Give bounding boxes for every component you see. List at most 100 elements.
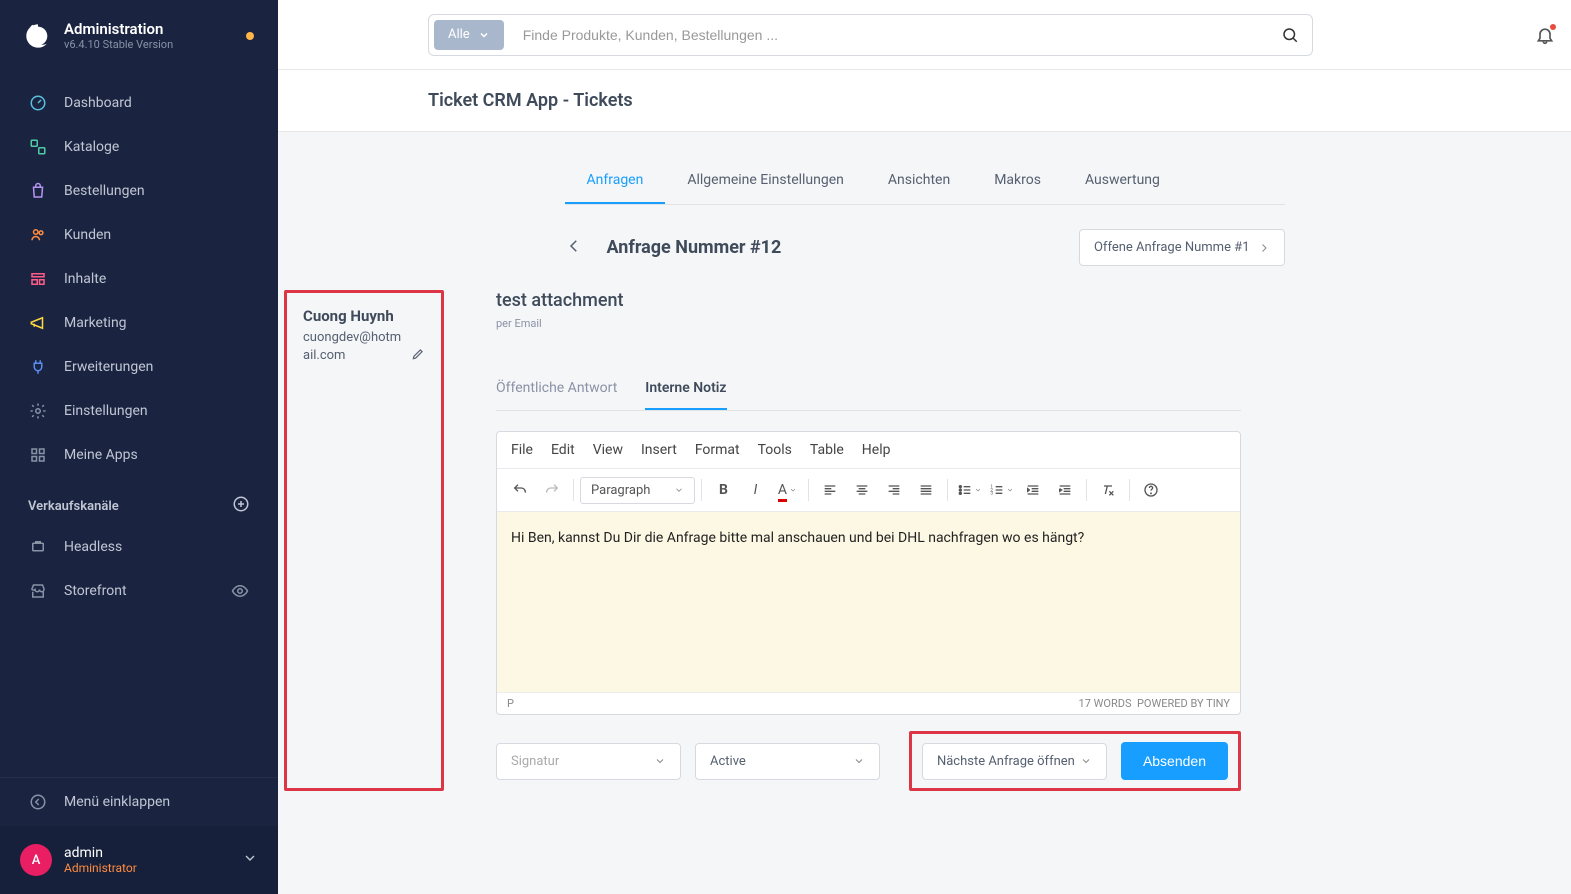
submit-button[interactable]: Absenden xyxy=(1121,742,1228,780)
align-left-button[interactable] xyxy=(815,475,845,505)
clear-formatting-button[interactable] xyxy=(1093,475,1123,505)
search-input[interactable] xyxy=(509,15,1268,55)
user-role: Administrator xyxy=(64,861,230,875)
svg-text:3: 3 xyxy=(990,491,993,497)
grid-icon xyxy=(28,445,48,465)
editor-statusbar: P 17 WORDS POWERED BY TINY xyxy=(497,692,1240,714)
undo-button[interactable] xyxy=(505,475,535,505)
word-count: 17 WORDS xyxy=(1079,697,1132,710)
app-logo xyxy=(24,22,52,50)
search-filter-dropdown[interactable]: Alle xyxy=(434,20,504,50)
nav-content[interactable]: Inhalte xyxy=(0,257,278,301)
channel-storefront[interactable]: Storefront xyxy=(0,569,278,613)
edit-customer-button[interactable] xyxy=(411,347,425,365)
next-label: Offene Anfrage Numme #1 xyxy=(1094,240,1250,255)
outdent-button[interactable] xyxy=(1018,475,1048,505)
nav-label: Inhalte xyxy=(64,271,106,287)
align-center-button[interactable] xyxy=(847,475,877,505)
next-open-request-button[interactable]: Offene Anfrage Numme #1 xyxy=(1079,229,1285,266)
chevron-down-icon xyxy=(1080,755,1092,767)
module-tabs: Anfragen Allgemeine Einstellungen Ansich… xyxy=(565,162,1285,205)
users-icon xyxy=(28,225,48,245)
nav-customers[interactable]: Kunden xyxy=(0,213,278,257)
topbar: Alle xyxy=(278,0,1571,70)
sales-channels-section: Verkaufskanäle xyxy=(0,477,278,525)
tab-macros[interactable]: Makros xyxy=(972,162,1063,204)
catalog-icon xyxy=(28,137,48,157)
reply-tab-internal[interactable]: Interne Notiz xyxy=(645,370,726,410)
nav-label: Kataloge xyxy=(64,139,119,155)
tab-general-settings[interactable]: Allgemeine Einstellungen xyxy=(665,162,866,204)
nav-label: Dashboard xyxy=(64,95,132,111)
page-title: Anfrage Nummer #12 xyxy=(607,237,782,258)
app-title: Administration xyxy=(64,20,234,38)
next-action-select[interactable]: Nächste Anfrage öffnen xyxy=(922,743,1107,780)
collapse-menu-button[interactable]: Menü einklappen xyxy=(0,777,278,826)
tab-reports[interactable]: Auswertung xyxy=(1063,162,1182,204)
align-right-button[interactable] xyxy=(879,475,909,505)
reply-tab-public[interactable]: Öffentliche Antwort xyxy=(496,370,617,410)
search-button[interactable] xyxy=(1268,15,1312,55)
content-icon xyxy=(28,269,48,289)
global-search: Alle xyxy=(428,14,1313,56)
nav-dashboard[interactable]: Dashboard xyxy=(0,81,278,125)
user-menu[interactable]: A admin Administrator xyxy=(0,826,278,894)
next-action-label: Nächste Anfrage öffnen xyxy=(937,754,1075,769)
submit-group: Nächste Anfrage öffnen Absenden xyxy=(909,731,1241,791)
editor-textarea[interactable]: Hi Ben, kannst Du Dir die Anfrage bitte … xyxy=(497,512,1240,692)
signature-select[interactable]: Signatur xyxy=(496,743,681,780)
channel-label: Storefront xyxy=(64,583,127,599)
ticket-subject: test attachment xyxy=(496,290,1241,311)
notifications-button[interactable] xyxy=(1523,13,1567,57)
nav-marketing[interactable]: Marketing xyxy=(0,301,278,345)
bullet-list-button[interactable] xyxy=(954,475,984,505)
numbered-list-button[interactable]: 123 xyxy=(986,475,1016,505)
menu-format[interactable]: Format xyxy=(695,442,740,458)
menu-edit[interactable]: Edit xyxy=(551,442,575,458)
content: Anfragen Allgemeine Einstellungen Ansich… xyxy=(278,132,1571,894)
chevron-down-icon xyxy=(1006,482,1014,498)
italic-button[interactable]: I xyxy=(740,475,770,505)
help-button[interactable] xyxy=(1136,475,1166,505)
align-justify-button[interactable] xyxy=(911,475,941,505)
notification-dot xyxy=(1550,24,1556,30)
gauge-icon xyxy=(28,93,48,113)
status-select[interactable]: Active xyxy=(695,743,880,780)
eye-icon[interactable] xyxy=(230,581,250,601)
text-color-button[interactable]: A xyxy=(772,475,802,505)
ticket-main: test attachment per Email Öffentliche An… xyxy=(496,290,1241,791)
sidebar: Administration v6.4.10 Stable Version Da… xyxy=(0,0,278,894)
chevron-down-icon xyxy=(242,850,258,870)
indent-button[interactable] xyxy=(1050,475,1080,505)
back-button[interactable] xyxy=(565,237,583,259)
menu-insert[interactable]: Insert xyxy=(641,442,677,458)
menu-tools[interactable]: Tools xyxy=(758,442,792,458)
nav-label: Marketing xyxy=(64,315,127,331)
menu-help[interactable]: Help xyxy=(862,442,891,458)
signature-label: Signatur xyxy=(511,754,559,769)
sidebar-header: Administration v6.4.10 Stable Version xyxy=(0,0,278,71)
page-header: Anfrage Nummer #12 Offene Anfrage Numme … xyxy=(445,229,1405,266)
channel-headless[interactable]: Headless xyxy=(0,525,278,569)
bold-button[interactable]: B xyxy=(708,475,738,505)
nav-label: Meine Apps xyxy=(64,447,138,463)
app-version: v6.4.10 Stable Version xyxy=(64,38,234,51)
sidebar-nav: Dashboard Kataloge Bestellungen Kunden I… xyxy=(0,71,278,777)
block-format-select[interactable]: Paragraph xyxy=(580,477,695,504)
nav-label: Bestellungen xyxy=(64,183,145,199)
nav-settings[interactable]: Einstellungen xyxy=(0,389,278,433)
nav-my-apps[interactable]: Meine Apps xyxy=(0,433,278,477)
tab-views[interactable]: Ansichten xyxy=(866,162,972,204)
nav-catalogs[interactable]: Kataloge xyxy=(0,125,278,169)
nav-label: Kunden xyxy=(64,227,111,243)
menu-view[interactable]: View xyxy=(593,442,623,458)
section-title: Verkaufskanäle xyxy=(28,499,119,514)
menu-file[interactable]: File xyxy=(511,442,533,458)
menu-table[interactable]: Table xyxy=(810,442,844,458)
headless-icon xyxy=(28,537,48,557)
nav-extensions[interactable]: Erweiterungen xyxy=(0,345,278,389)
redo-button[interactable] xyxy=(537,475,567,505)
add-channel-button[interactable] xyxy=(232,495,250,517)
nav-orders[interactable]: Bestellungen xyxy=(0,169,278,213)
tab-requests[interactable]: Anfragen xyxy=(565,162,666,204)
